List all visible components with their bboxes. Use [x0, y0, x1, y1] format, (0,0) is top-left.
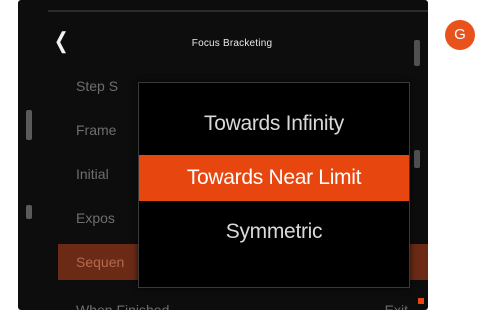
menu-item-value: Exit: [384, 302, 408, 310]
page-title: Focus Bracketing: [191, 38, 273, 49]
side-marker: [26, 205, 32, 219]
menu-item-label: Step S: [76, 78, 119, 94]
side-marker: [26, 110, 32, 140]
menu-item-label: Initial: [76, 166, 109, 182]
option-symmetric[interactable]: Symmetric: [139, 209, 409, 255]
chevron-left-icon[interactable]: ❮: [54, 30, 69, 52]
menu-item-label: Expos: [76, 210, 115, 226]
option-towards-near-limit[interactable]: Towards Near Limit: [139, 155, 409, 201]
screen-top-edge: [48, 10, 428, 12]
menu-item-label: Sequen: [76, 254, 125, 270]
label-badge: G: [445, 20, 475, 50]
side-marker: [414, 40, 420, 66]
menu-item-label: Frame: [76, 122, 117, 138]
menu-item-label: When Finished: [76, 302, 170, 310]
menu-header: ❮ Focus Bracketing: [52, 28, 412, 58]
camera-screen: ❮ Focus Bracketing Step S Frame Initial …: [18, 0, 428, 310]
option-towards-infinity[interactable]: Towards Infinity: [139, 101, 409, 147]
menu-item-when-finished[interactable]: When Finished Exit: [58, 292, 428, 310]
scroll-indicator: [418, 298, 424, 304]
sequence-options-popup: Towards Infinity Towards Near Limit Symm…: [138, 82, 410, 288]
